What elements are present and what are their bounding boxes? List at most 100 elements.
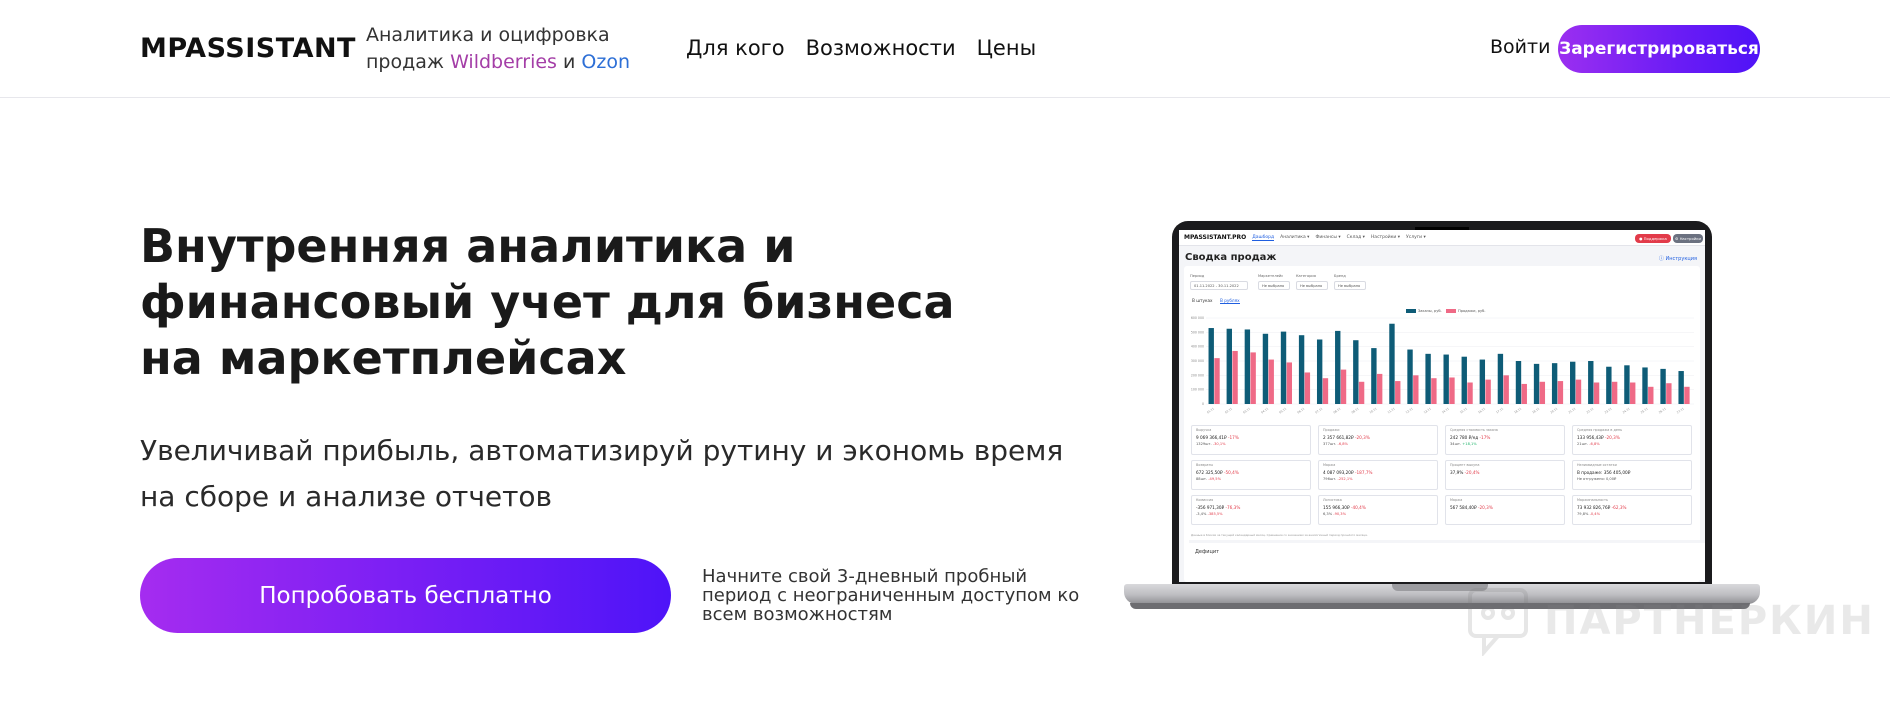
kpi-card: Неликвидные остатки В продаже: 356 405,00… [1572, 460, 1692, 490]
bar-sales [1358, 381, 1365, 404]
kpi-line: 155 966,30₽ -40,4% [1323, 505, 1433, 510]
legend-sales: Продажи, руб. [1446, 309, 1486, 313]
kpi-value: 9 069 366,41₽ [1196, 435, 1227, 440]
kpi-card: Маржа 4 087 093,20₽ -187,7% 796шт. -252,1% [1318, 460, 1438, 490]
bar-sales [1593, 382, 1600, 404]
chat-bubble-icon [1468, 588, 1528, 656]
kpi-line: 2 357 661,82₽ -20,3% [1323, 435, 1433, 440]
x-tick-label: 22.11 [1586, 406, 1595, 414]
filter-brand-select: Не выбрано [1334, 281, 1366, 290]
kpi-delta: -50,4% [1223, 470, 1239, 475]
app-menu-dashboard: Дашборд [1252, 234, 1275, 241]
tagline-ozon: Ozon [581, 51, 631, 73]
bar-sales [1232, 350, 1238, 404]
try-free-button[interactable]: Попробовать бесплатно [140, 558, 671, 633]
laptop-mockup: MPASSISTANT.PRO Дашборд Аналитика ▾ Фина… [1120, 218, 1762, 618]
kpi-line: 567 584,40₽ -20,3% [1450, 505, 1560, 510]
bar-sales [1630, 382, 1636, 404]
kpi-line: 37,9% -20,4% [1450, 470, 1560, 475]
kpi-secondary-delta: -385,5% [1207, 512, 1223, 516]
tagline-prefix: Аналитика и оцифровка [366, 24, 610, 46]
deficit-section: Дефицит [1189, 540, 1705, 580]
kpi-line: 242 780 ₽/ед -17% [1450, 435, 1560, 440]
kpi-label: Комиссия [1196, 498, 1214, 502]
kpi-label: Возвраты [1196, 463, 1214, 467]
app-menu-finance: Финансы ▾ [1315, 235, 1341, 240]
x-tick-label: 11.11 [1387, 406, 1396, 414]
kpi-secondary-value: 79,8% [1577, 512, 1589, 516]
legend-orders: Заказы, руб. [1406, 309, 1442, 313]
bar-orders [1588, 361, 1594, 404]
login-link[interactable]: Войти [1490, 36, 1550, 58]
logo[interactable]: MPASSISTANT [140, 33, 356, 64]
tagline: Аналитика и оцифровка продаж Wildberries… [366, 22, 630, 76]
bar-sales [1376, 373, 1383, 404]
app-menu-warehouse: Склад ▾ [1346, 235, 1365, 240]
y-tick-label: 100 000 [1191, 388, 1204, 392]
signup-button[interactable]: Зарегистрироваться [1558, 25, 1760, 73]
kpi-line: 4 087 093,20₽ -187,7% [1323, 470, 1433, 475]
bar-sales [1575, 379, 1582, 404]
x-tick-label: 08.11 [1333, 406, 1342, 414]
x-tick-label: 17.11 [1495, 406, 1504, 414]
bar-sales [1449, 377, 1455, 404]
nav-features[interactable]: Возможности [806, 36, 956, 60]
bar-orders [1335, 330, 1341, 404]
kpi-card: Выручка 9 069 366,41₽ -17% 1329шт. -30,1% [1191, 425, 1311, 455]
kpi-card: Средняя продажа в день 133 956,43₽ -20,3%… [1572, 425, 1692, 455]
app-help-link: ⓘ Инструкция [1658, 256, 1697, 262]
kpi-delta: -20,3% [1477, 505, 1493, 510]
tab-in-pieces: В штуках [1192, 298, 1213, 303]
x-tick-label: 24.11 [1622, 406, 1631, 414]
x-tick-label: 06.11 [1296, 406, 1305, 414]
kpi-secondary-delta: -6,8% [1337, 442, 1348, 446]
bar-orders [1244, 329, 1251, 404]
bar-sales [1521, 383, 1527, 404]
filter-brand-label: Бренд [1334, 274, 1346, 278]
kpi-value: 133 956,43₽ [1577, 435, 1604, 440]
kpi-delta: -187,7% [1354, 470, 1373, 475]
kpi-value: 73 932 826,76₽ [1577, 505, 1611, 510]
kpi-card: Возвраты 672 325,50₽ -50,4% 88шт. -49,5% [1191, 460, 1311, 490]
kpi-value: 242 780 ₽/ед [1450, 435, 1479, 440]
y-tick-label: 500 000 [1191, 330, 1204, 334]
kpi-delta: -76,3% [1225, 505, 1241, 510]
app-menu-settings: Настройки ▾ [1370, 235, 1401, 240]
bar-orders [1551, 363, 1558, 404]
kpi-secondary-delta: -0,4% [1589, 512, 1601, 516]
filter-marketplace-label: Маркетплейс [1258, 274, 1284, 278]
kpi-value: 37,9% [1450, 470, 1464, 475]
kpi-value: 672 325,50₽ [1196, 470, 1223, 475]
kpi-delta: -20,4% [1464, 470, 1480, 475]
bar-sales [1304, 372, 1311, 404]
x-tick-label: 12.11 [1405, 406, 1414, 414]
tab-in-rubles: В рублях [1220, 298, 1240, 304]
x-tick-label: 21.11 [1568, 406, 1577, 414]
kpi-secondary-value: 88шт. [1196, 477, 1208, 481]
deficit-title: Дефицит [1195, 549, 1220, 555]
x-tick-label: 16.11 [1477, 406, 1486, 414]
hero-subtitle: Увеличивай прибыль, автоматизируй рутину… [140, 434, 1064, 513]
nav-prices[interactable]: Цены [977, 36, 1037, 60]
kpi-label: Маржа [1323, 463, 1336, 467]
laptop-screen: MPASSISTANT.PRO Дашборд Аналитика ▾ Фина… [1179, 230, 1705, 582]
x-tick-label: 10.11 [1369, 406, 1378, 414]
kpi-value: 155 966,30₽ [1323, 505, 1350, 510]
bar-orders [1461, 356, 1467, 404]
kpi-line: 9 069 366,41₽ -17% [1196, 435, 1306, 440]
filter-period-select: 01.11.2022 - 30.11.2022 [1190, 281, 1248, 290]
bar-orders [1407, 349, 1413, 404]
x-tick-label: 26.11 [1658, 406, 1667, 414]
kpi-label: Неликвидные остатки [1577, 463, 1617, 467]
kpi-card: Процент выкупа 37,9% -20,4% [1445, 460, 1565, 490]
kpi-value: В продаже: 356 405,00₽ [1577, 470, 1631, 475]
sales-bar-chart: 600 000 500 000 400 000 300 000 200 000 100 0… [1191, 316, 1694, 414]
kpi-line: 6,3% -90,3% [1323, 512, 1433, 516]
kpi-line: 21шт. -6,8% [1577, 442, 1687, 446]
nav-for-whom[interactable]: Для кого [686, 36, 785, 60]
app-page-title: Сводка продаж [1185, 252, 1277, 263]
sales-summary-panel: Период 01.11.2022 - 30.11.2022 Маркетпле… [1184, 266, 1705, 582]
bar-sales [1214, 358, 1220, 404]
bar-sales [1684, 386, 1690, 404]
app-settings-button: ⚙ Настройки [1673, 234, 1703, 243]
